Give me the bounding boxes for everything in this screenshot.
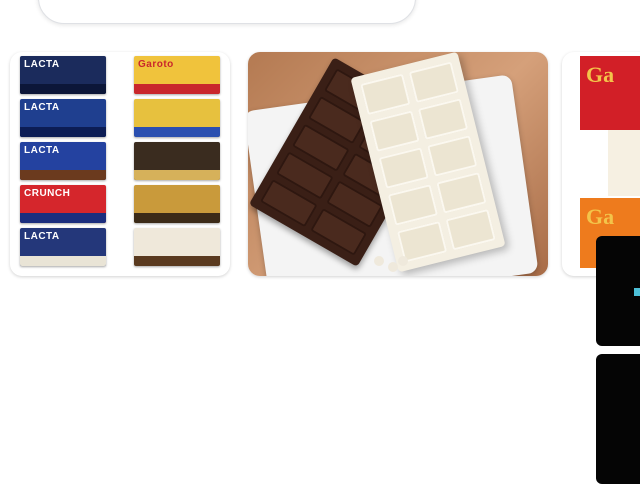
white-chocolate-piece (608, 130, 640, 196)
package-stripe (134, 213, 220, 223)
chocolate-package: LACTA (20, 228, 106, 266)
chocolate-square (378, 147, 429, 189)
white-chocolate-chip (374, 256, 384, 266)
image-result-card-2[interactable] (248, 52, 548, 276)
garoto-logo: Ga (586, 204, 615, 229)
chocolate-package: LACTA (20, 142, 106, 180)
video-thumbnail[interactable] (596, 354, 640, 484)
chocolate-square (417, 98, 469, 140)
chocolate-square (387, 184, 439, 226)
package-stripe (134, 127, 220, 137)
chocolate-package (134, 228, 220, 266)
chocolate-package: LACTA (20, 56, 106, 94)
chocolate-package (134, 99, 220, 137)
package-brand: LACTA (24, 231, 60, 242)
package-stripe (134, 84, 220, 94)
package-stripe (20, 84, 106, 94)
image-result-card-1[interactable]: LACTA Garoto LACTA LACTA CRUNCH LACTA (10, 52, 230, 276)
search-box[interactable]: · · · · · · · · (38, 0, 416, 24)
white-chocolate-chip (398, 256, 408, 266)
chocolate-square (445, 208, 496, 251)
package-stripe (20, 256, 106, 266)
chocolate-square (436, 171, 487, 214)
chocolate-square (427, 135, 478, 177)
white-chocolate-chip (388, 262, 398, 272)
package-brand: LACTA (24, 145, 60, 156)
package-brand: LACTA (24, 102, 60, 113)
garoto-package-red: Ga (580, 56, 640, 130)
garoto-logo: Ga (586, 62, 615, 87)
package-brand: CRUNCH (24, 188, 71, 199)
chocolate-square (360, 73, 411, 116)
chocolate-package: CRUNCH (20, 185, 106, 223)
chocolate-package: LACTA (20, 99, 106, 137)
package-stripe (20, 213, 106, 223)
package-brand: LACTA (24, 59, 60, 70)
package-stripe (134, 256, 220, 266)
chocolate-package (134, 185, 220, 223)
package-brand: Garoto (138, 59, 174, 70)
thumbnail-accent (634, 288, 640, 296)
package-stripe (20, 127, 106, 137)
chocolate-package: Garoto (134, 56, 220, 94)
chocolate-square (408, 61, 460, 104)
package-stripe (20, 170, 106, 180)
package-stripe (134, 170, 220, 180)
chocolate-square (369, 110, 420, 153)
chocolate-package (134, 142, 220, 180)
